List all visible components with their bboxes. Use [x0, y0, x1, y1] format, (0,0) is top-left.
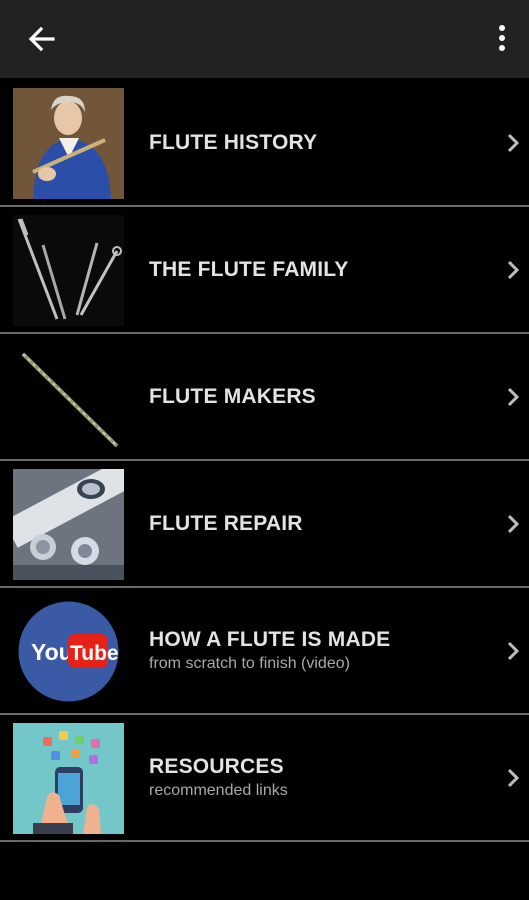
flute-keys-image [13, 469, 124, 580]
list-item-flute-makers[interactable]: FLUTE MAKERS [0, 334, 529, 461]
list-item-text: FLUTE MAKERS [149, 334, 469, 459]
chevron-right-icon [505, 132, 521, 154]
more-vert-icon[interactable] [495, 22, 509, 56]
list-item-title: FLUTE MAKERS [149, 384, 316, 408]
list-item-flute-repair[interactable]: FLUTE REPAIR [0, 461, 529, 588]
list-item-title: HOW A FLUTE IS MADE [149, 628, 391, 651]
chevron-right-icon [505, 767, 521, 789]
list-item-flute-history[interactable]: FLUTE HISTORY [0, 80, 529, 207]
list-item-resources[interactable]: RESOURCES recommended links [0, 715, 529, 842]
youtube-you-text: You [31, 639, 73, 665]
apps-phone-illustration [13, 723, 124, 834]
list-item-text: FLUTE HISTORY [149, 80, 469, 205]
chevron-right-icon [505, 513, 521, 535]
list-item-flute-family[interactable]: THE FLUTE FAMILY [0, 207, 529, 334]
menu-list: FLUTE HISTORY THE FLUTE FAMILY FLUTE MAK… [0, 80, 529, 842]
youtube-tube-text: Tube [70, 642, 119, 665]
chevron-right-icon [505, 640, 521, 662]
list-item-subtitle: recommended links [149, 782, 288, 799]
flute-image [13, 342, 124, 453]
list-item-subtitle: from scratch to finish (video) [149, 655, 350, 672]
list-item-title: RESOURCES [149, 755, 284, 778]
list-item-title: FLUTE REPAIR [149, 511, 303, 535]
portrait-image [13, 88, 124, 199]
list-item-how-flute-made[interactable]: You Tube HOW A FLUTE IS MADE from scratc… [0, 588, 529, 715]
chevron-right-icon [505, 259, 521, 281]
list-item-text: THE FLUTE FAMILY [149, 207, 469, 332]
list-item-text: HOW A FLUTE IS MADE from scratch to fini… [149, 588, 469, 713]
list-item-text: RESOURCES recommended links [149, 715, 469, 840]
list-item-text: FLUTE REPAIR [149, 461, 469, 586]
youtube-logo: You Tube [13, 596, 124, 707]
list-item-title: THE FLUTE FAMILY [149, 257, 349, 281]
list-item-title: FLUTE HISTORY [149, 130, 318, 154]
app-bar [0, 0, 529, 78]
chevron-right-icon [505, 386, 521, 408]
flutes-image [13, 215, 124, 326]
arrow-back-icon[interactable] [22, 22, 62, 56]
